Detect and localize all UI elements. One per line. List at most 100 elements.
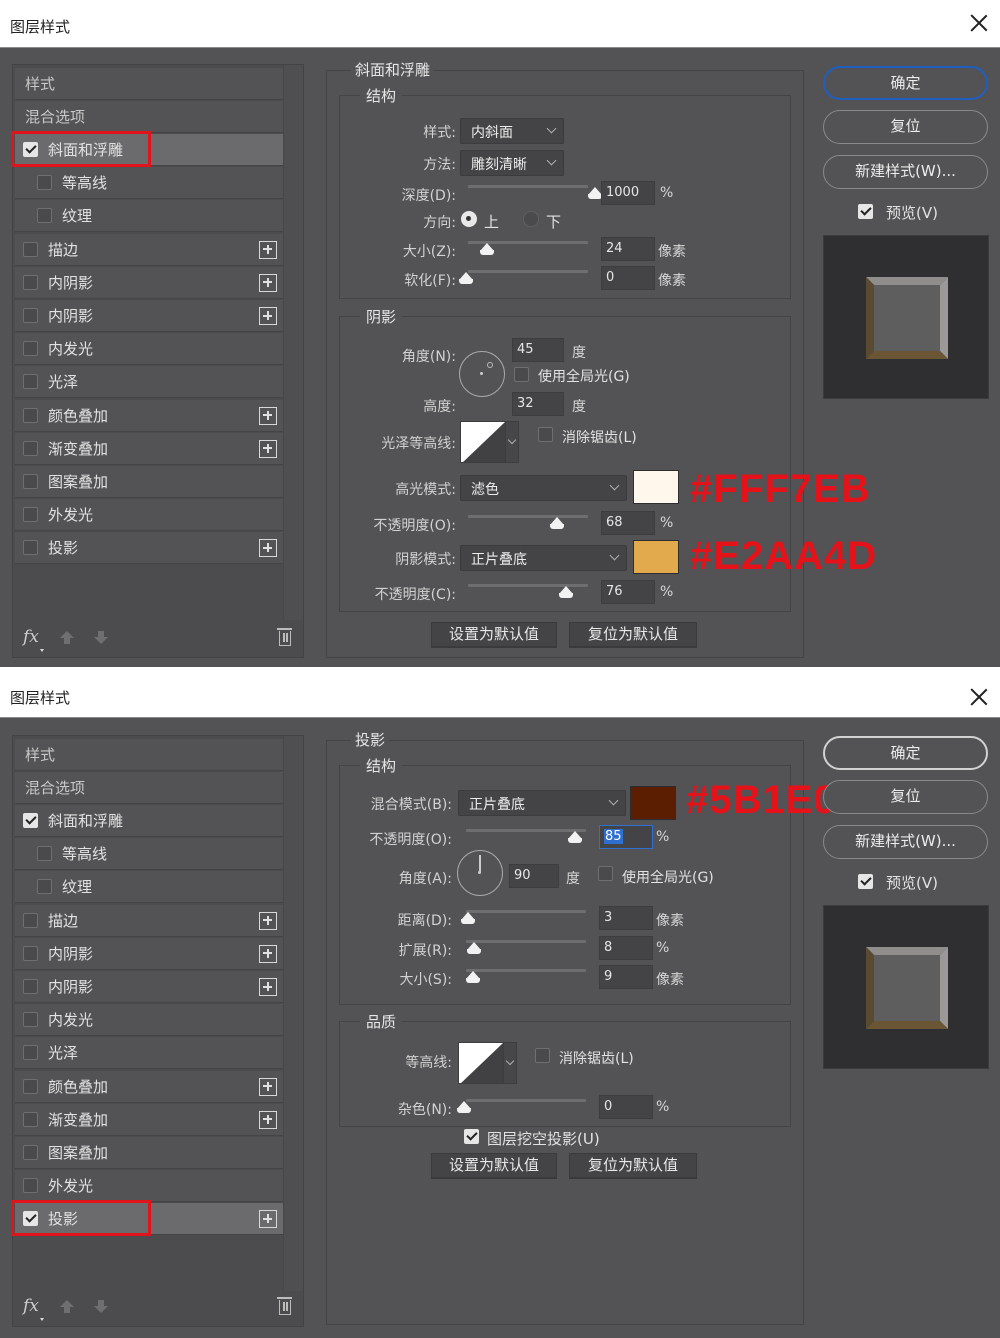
checkbox-icon[interactable] [37,175,52,191]
style-list-item[interactable]: 等高线 [15,838,283,871]
style-list-item[interactable]: 内阴影 [15,300,283,332]
size-slider-thumb[interactable] [466,971,481,983]
ok-button[interactable]: 确定 [823,66,988,100]
add-effect-icon[interactable] [259,1210,277,1229]
noise-input[interactable]: 0 [599,1095,653,1119]
style-list-item[interactable]: 投影 [15,1203,283,1236]
shadow-opacity-input[interactable]: 76 [601,580,655,604]
add-effect-icon[interactable] [259,911,277,930]
add-effect-icon[interactable] [259,1110,277,1129]
shadow-color-swatch[interactable] [633,540,679,574]
opacity-input[interactable]: 85 [599,825,653,849]
style-list-item[interactable]: 斜面和浮雕 [15,134,283,166]
make-default-button[interactable]: 设置为默认值 [431,1153,557,1179]
checkbox-checked-icon[interactable] [23,142,38,157]
style-list-scrollbar[interactable] [283,736,303,1291]
checkbox-icon[interactable] [23,979,38,994]
style-list-item[interactable]: 颜色叠加 [15,399,283,432]
checkbox-icon[interactable] [23,407,38,423]
highlight-opacity-thumb[interactable] [549,517,564,529]
reset-default-button[interactable]: 复位为默认值 [569,622,697,648]
close-icon[interactable] [968,686,990,708]
shadow-mode-select[interactable]: 正片叠底 [460,545,627,571]
spread-slider-track[interactable] [466,940,586,943]
spread-slider-thumb[interactable] [466,942,481,954]
size-slider-thumb[interactable] [480,243,494,255]
depth-slider-track[interactable] [468,185,588,188]
highlight-opacity-input[interactable]: 68 [601,511,655,535]
depth-input[interactable]: 1000 [601,181,655,205]
new-style-button[interactable]: 新建样式(W)... [823,825,988,859]
style-list-item[interactable]: 渐变叠加 [15,432,283,465]
blend-options-item[interactable]: 混合选项 [15,772,283,804]
checkbox-icon[interactable] [37,846,52,862]
style-list-item[interactable]: 投影 [15,532,283,565]
antialias-checkbox[interactable] [538,427,553,442]
add-effect-icon[interactable] [259,307,277,325]
checkbox-icon[interactable] [23,945,38,961]
style-list-item[interactable]: 纹理 [15,200,283,233]
altitude-input[interactable]: 32 [512,392,564,416]
distance-slider-track[interactable] [466,910,586,913]
checkbox-icon[interactable] [23,440,38,456]
style-list-item[interactable]: 内阴影 [15,266,283,299]
style-list-item[interactable]: 内发光 [15,1004,283,1037]
style-list-item[interactable]: 等高线 [15,167,283,200]
direction-down-radio[interactable] [523,211,539,227]
make-default-button[interactable]: 设置为默认值 [431,622,557,648]
size-slider-track[interactable] [466,969,586,972]
contour-picker[interactable] [458,1042,504,1084]
style-list-item[interactable]: 内阴影 [15,971,283,1003]
style-list-item[interactable]: 外发光 [15,499,283,532]
trash-icon[interactable] [277,628,292,646]
style-list-item[interactable]: 内阴影 [15,937,283,970]
style-list-item[interactable]: 光泽 [15,1037,283,1070]
style-list-header[interactable]: 样式 [15,68,283,100]
knockout-checkbox[interactable] [464,1129,479,1144]
distance-slider-thumb[interactable] [461,912,476,924]
checkbox-icon[interactable] [37,208,52,224]
add-effect-icon[interactable] [259,539,277,558]
chevron-down-icon[interactable] [608,795,619,806]
highlight-opacity-track[interactable] [468,515,588,518]
add-effect-icon[interactable] [259,439,277,458]
technique-select[interactable]: 雕刻清晰 [460,150,564,176]
checkbox-icon[interactable] [23,274,38,290]
checkbox-icon[interactable] [23,1012,38,1028]
highlight-color-swatch[interactable] [633,470,679,504]
style-list-item[interactable]: 描边 [15,904,283,937]
checkbox-icon[interactable] [23,1078,38,1094]
reset-button[interactable]: 复位 [823,110,988,144]
checkbox-icon[interactable] [23,507,38,523]
checkbox-icon[interactable] [23,474,38,489]
move-down-icon[interactable] [94,631,108,645]
move-up-icon[interactable] [60,1300,74,1314]
move-down-icon[interactable] [94,1300,108,1314]
angle-dial[interactable] [459,351,505,397]
checkbox-icon[interactable] [23,1111,38,1127]
style-list-item[interactable]: 外发光 [15,1170,283,1203]
soften-slider-track[interactable] [468,270,588,273]
direction-up-radio[interactable] [461,211,477,227]
reset-default-button[interactable]: 复位为默认值 [569,1153,697,1179]
add-effect-icon[interactable] [259,944,277,963]
size-input[interactable]: 24 [601,237,655,261]
ok-button[interactable]: 确定 [823,736,988,770]
reset-button[interactable]: 复位 [823,780,988,814]
checkbox-checked-icon[interactable] [23,1211,38,1227]
add-effect-icon[interactable] [259,240,277,259]
move-up-icon[interactable] [60,631,74,645]
checkbox-icon[interactable] [37,879,52,895]
checkbox-icon[interactable] [23,374,38,390]
add-effect-icon[interactable] [259,978,277,996]
shadow-opacity-thumb[interactable] [559,586,574,598]
preview-checkbox[interactable] [858,204,873,219]
style-list-item[interactable]: 图案叠加 [15,466,283,498]
contour-dropdown[interactable] [503,1042,517,1084]
soften-input[interactable]: 0 [601,266,655,290]
style-list-item[interactable]: 内发光 [15,333,283,366]
noise-slider-thumb[interactable] [457,1101,471,1113]
checkbox-icon[interactable] [23,1145,38,1160]
checkbox-checked-icon[interactable] [23,813,38,828]
angle-input[interactable]: 45 [512,338,564,362]
